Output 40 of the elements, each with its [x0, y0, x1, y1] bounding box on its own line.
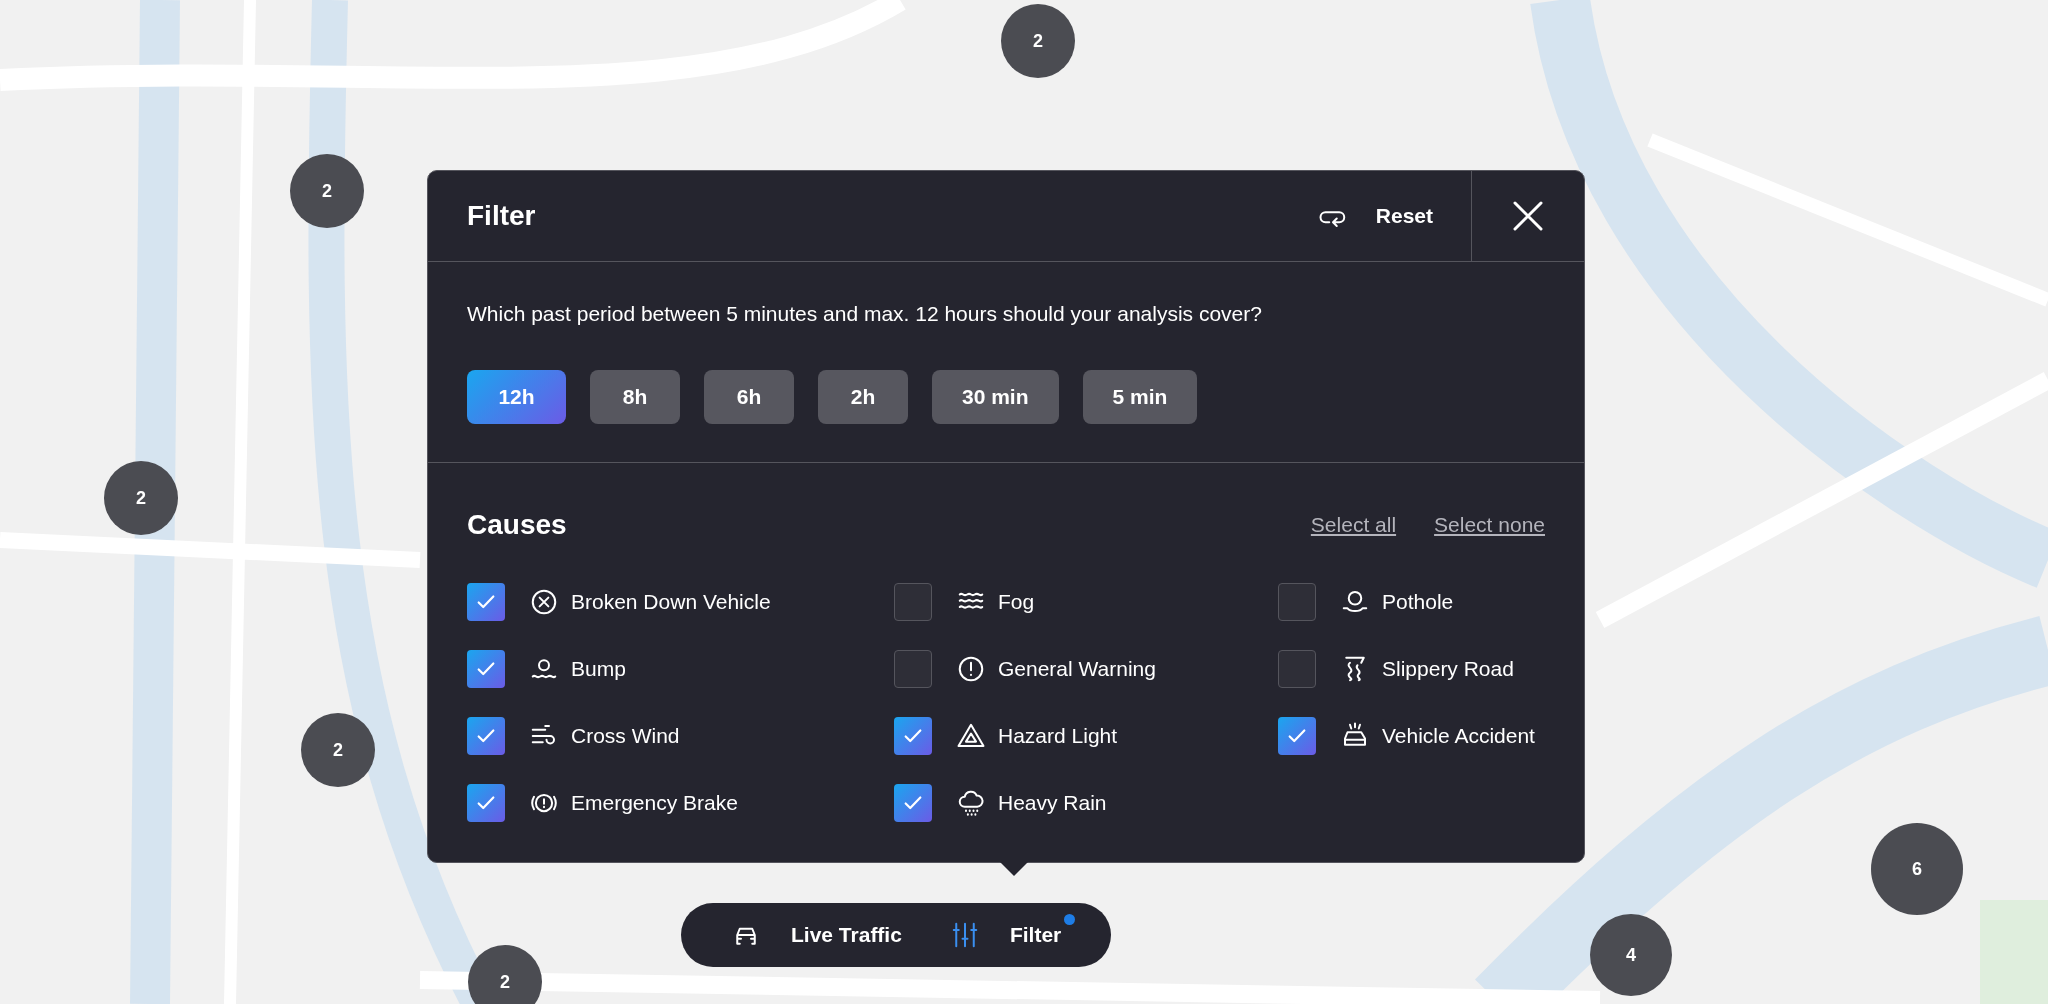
cause-label: Broken Down Vehicle	[571, 590, 771, 614]
period-button[interactable]: 30 min	[932, 370, 1059, 424]
cause-label: Pothole	[1382, 590, 1454, 614]
cause-label: Bump	[571, 657, 626, 681]
question-text: Which past period between 5 minutes and max. 12 hours should your analysis cover?	[467, 302, 1263, 326]
rain-cloud-icon	[956, 788, 986, 818]
checkbox[interactable]	[467, 784, 505, 822]
select-none-link[interactable]: Select none	[1434, 513, 1545, 537]
checkbox[interactable]	[467, 583, 505, 621]
warning-icon	[956, 654, 986, 684]
cause-label: Cross Wind	[571, 724, 680, 748]
checkbox[interactable]	[1278, 583, 1316, 621]
cause-label: General Warning	[998, 657, 1156, 681]
cause-label: Vehicle Accident	[1382, 724, 1535, 748]
checkbox[interactable]	[1278, 650, 1316, 688]
cause-label: Hazard Light	[998, 724, 1118, 748]
period-button[interactable]: 12h	[467, 370, 566, 424]
period-button[interactable]: 8h	[590, 370, 680, 424]
checkbox[interactable]	[467, 650, 505, 688]
x-circle-icon	[529, 587, 559, 617]
checkbox[interactable]	[894, 717, 932, 755]
period-button[interactable]: 5 min	[1082, 370, 1198, 424]
nav-tab[interactable]: Filter	[949, 920, 1062, 950]
period-button[interactable]: 2h	[818, 370, 908, 424]
section-title: Causes	[467, 509, 567, 541]
checkbox[interactable]	[467, 717, 505, 755]
checkbox[interactable]	[1278, 717, 1316, 755]
cause-label: Emergency Brake	[571, 791, 738, 815]
checkbox[interactable]	[894, 650, 932, 688]
checkbox[interactable]	[894, 583, 932, 621]
period-button[interactable]: 6h	[704, 370, 794, 424]
close-icon	[1512, 200, 1544, 232]
panel-title: Filter	[466, 200, 537, 232]
checkbox[interactable]	[894, 784, 932, 822]
select-all-link[interactable]: Select all	[1310, 513, 1397, 537]
cause-label: Fog	[998, 590, 1035, 614]
reset-button[interactable]: Reset	[1317, 171, 1471, 261]
cause-label: Slippery Road	[1382, 657, 1514, 681]
nav-tab[interactable]: Live Traffic	[731, 920, 902, 950]
cause-label: Heavy Rain	[998, 791, 1107, 815]
